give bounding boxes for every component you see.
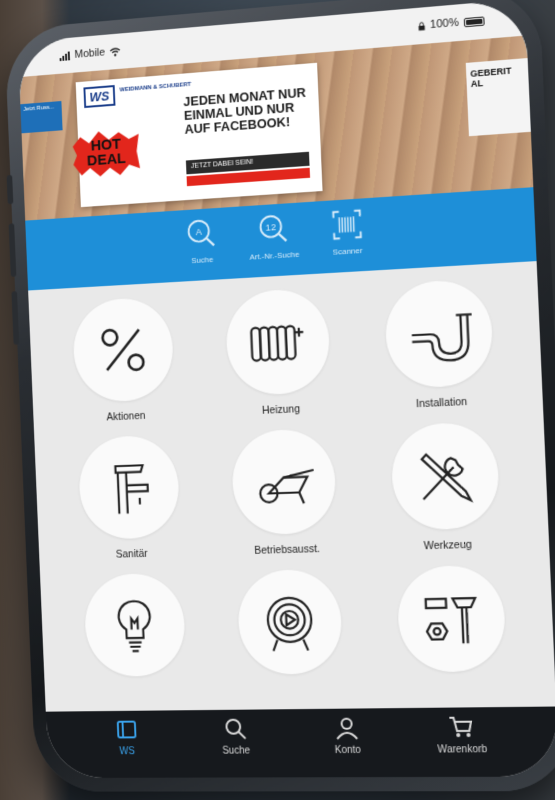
tab-label: Konto: [335, 745, 362, 756]
ws-home-icon: [113, 717, 139, 743]
app-screen: Mobile 100% Jetzt Russ... WS WEIDMANN & …: [18, 0, 555, 778]
pipe-icon: [404, 299, 474, 369]
category-kabel[interactable]: [210, 568, 374, 699]
cable-reel-icon: [256, 588, 324, 655]
faucet-icon: [96, 454, 162, 521]
search-icon: [222, 716, 248, 742]
quick-action-label: Scanner: [333, 246, 363, 257]
lightbulb-icon: [102, 592, 168, 658]
radiator-icon: [244, 307, 312, 376]
category-heizung[interactable]: Heizung: [198, 286, 361, 422]
category-elektro[interactable]: [57, 572, 215, 701]
fasteners-icon: [416, 584, 486, 653]
tab-label: Suche: [222, 746, 250, 757]
tab-label: Warenkorb: [437, 744, 487, 756]
tab-label: WS: [119, 746, 135, 757]
search-number-icon: 12: [254, 209, 293, 249]
search-text-icon: A: [182, 214, 220, 254]
category-betriebsausst[interactable]: Betriebsausst.: [204, 427, 367, 560]
category-label: Aktionen: [106, 410, 145, 425]
battery-icon: [464, 16, 485, 27]
tab-warenkorb[interactable]: Warenkorb: [420, 713, 505, 777]
category-label: Betriebsausst.: [254, 543, 320, 559]
brand-name: WEIDMANN & SCHUBERT: [119, 82, 191, 94]
promo-card: WS WEIDMANN & SCHUBERT JEDEN MONAT NUR E…: [76, 63, 323, 207]
category-label: Installation: [416, 396, 468, 412]
percent-icon: [90, 316, 155, 384]
quick-action-label: Suche: [191, 255, 213, 265]
user-icon: [333, 715, 360, 741]
mute-switch: [7, 175, 14, 204]
category-label: [293, 684, 294, 698]
category-installation[interactable]: Installation: [355, 276, 524, 414]
category-sanitaer[interactable]: Sanitär: [51, 433, 209, 564]
svg-text:12: 12: [265, 222, 276, 233]
quick-action-label: Art.-Nr.-Suche: [249, 250, 299, 262]
bottom-tab-bar: WS Suche Konto Warenkorb: [46, 707, 555, 778]
barcode-scanner-icon: [327, 204, 367, 245]
phone-device: Mobile 100% Jetzt Russ... WS WEIDMANN & …: [4, 0, 555, 792]
quick-action-search[interactable]: A Suche: [168, 213, 237, 282]
wrench-screwdriver-icon: [410, 441, 480, 511]
hot-deal-badge: HOT DEAL: [72, 128, 140, 178]
tab-ws[interactable]: WS: [88, 716, 167, 777]
promo-headline: JEDEN MONAT NUR EINMAL UND NUR AUF FACEB…: [183, 85, 312, 136]
category-aktionen[interactable]: Aktionen: [45, 295, 203, 428]
tab-konto[interactable]: Konto: [307, 714, 390, 777]
promo-side-card: GEBERIT AL: [466, 58, 531, 136]
category-befestigung[interactable]: [368, 564, 537, 697]
svg-text:A: A: [195, 227, 202, 238]
promo-left-card: Jetzt Russ...: [20, 101, 62, 133]
category-grid: Aktionen Heizung Installation Sanitär Be…: [28, 261, 555, 701]
quick-action-article-search[interactable]: 12 Art.-Nr.-Suche: [239, 208, 309, 278]
cart-icon: [448, 713, 476, 740]
quick-action-scanner[interactable]: Scanner: [312, 203, 383, 274]
carrier-label: Mobile: [74, 47, 105, 61]
tab-suche[interactable]: Suche: [196, 715, 277, 777]
category-label: Sanitär: [116, 548, 148, 563]
lock-icon: [418, 21, 426, 31]
wheelbarrow-icon: [250, 448, 318, 516]
battery-percent: 100%: [430, 17, 459, 32]
ws-logo: WS: [83, 85, 115, 108]
category-label: [137, 686, 138, 700]
signal-icon: [59, 51, 70, 61]
category-werkzeug[interactable]: Werkzeug: [361, 420, 530, 556]
category-label: Heizung: [262, 403, 301, 419]
category-label: [454, 682, 455, 696]
category-label: Werkzeug: [424, 539, 473, 555]
wifi-icon: [110, 47, 122, 57]
